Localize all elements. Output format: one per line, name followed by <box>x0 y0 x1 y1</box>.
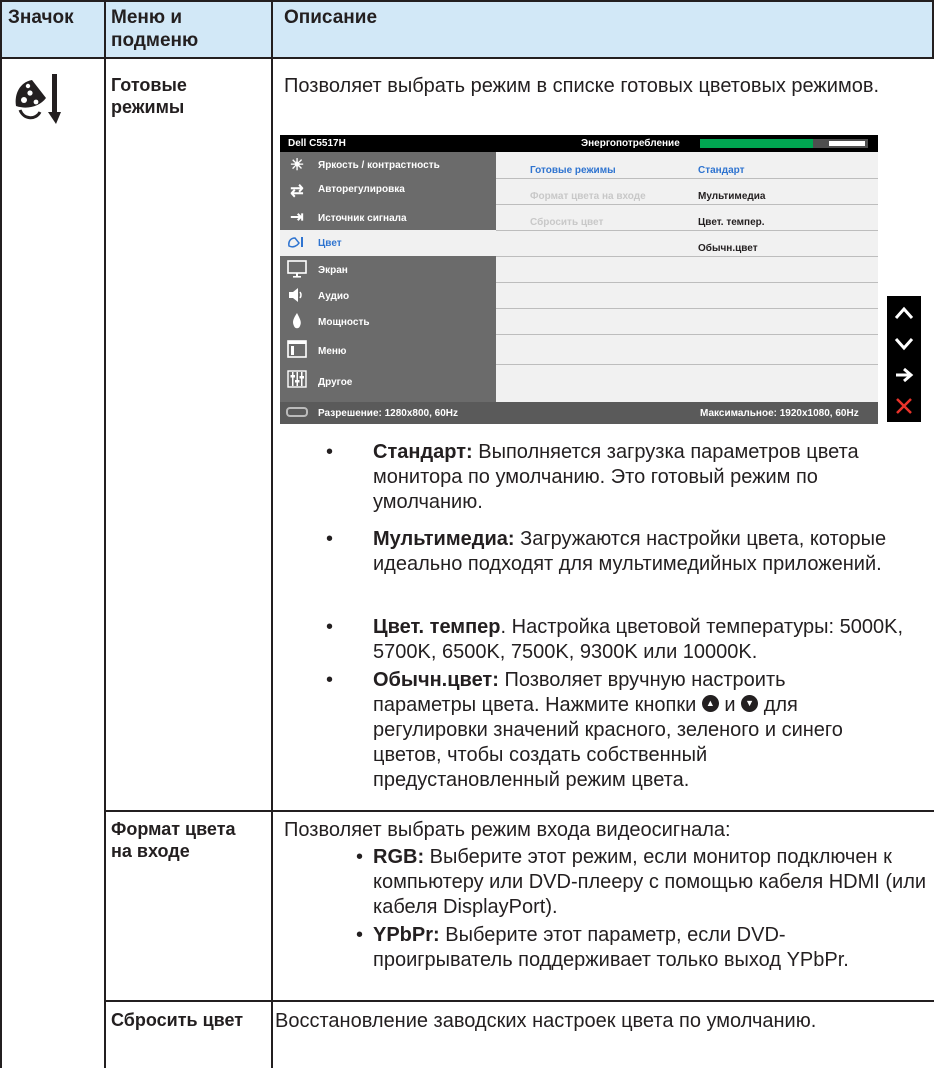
osd-submenu-input-format[interactable]: Формат цвета на входе <box>530 191 646 202</box>
menu-label-preset-modes: Готовые режимы <box>111 75 187 117</box>
osd-menu-item-input-source[interactable]: ⇥ Источник сигнала <box>280 204 496 230</box>
osd-menu-label: Меню <box>318 346 347 357</box>
menu-label-input-format: Формат цвета на входе <box>111 819 236 861</box>
bullet-term: YPbPr: <box>373 924 440 946</box>
osd-row-line <box>496 308 878 309</box>
menu-label-reset-color: Сбросить цвет <box>111 1010 244 1030</box>
bullet-term: Обычн.цвет: <box>373 669 499 691</box>
bullet-term: Мультимедиа: <box>373 528 515 550</box>
osd-menu-label: Мощность <box>318 317 370 328</box>
bullet-term: Цвет. темпер <box>373 616 501 638</box>
bullet-dot: • <box>326 669 334 691</box>
osd-row-line <box>496 204 878 205</box>
osd-row-line <box>496 178 878 179</box>
bullet-text: Выберите этот параметр, если DVD-проигры… <box>373 924 849 971</box>
osd-menu-label: Аудио <box>318 291 350 302</box>
bullet-dot: • <box>326 616 334 638</box>
down-arrow-icon[interactable] <box>887 329 921 359</box>
header-description-column: Описание <box>284 7 378 28</box>
osd-menu-item-brightness[interactable]: ☀ Яркость / контрастность <box>280 152 496 178</box>
osd-model-name: Dell C5517H <box>288 138 346 149</box>
osd-row-line <box>496 364 878 365</box>
up-arrow-icon[interactable] <box>887 298 921 328</box>
input-source-icon: ⇥ <box>290 209 304 226</box>
energy-meter-indicator <box>829 141 865 146</box>
osd-option-custom-color[interactable]: Обычн.цвет <box>698 243 758 254</box>
energy-meter <box>700 139 868 148</box>
osd-status-bar: Разрешение: 1280x800, 60Hz Максимальное:… <box>280 402 878 424</box>
header-menu-column: Меню и подменю <box>111 7 199 51</box>
energy-meter-fill <box>700 139 813 148</box>
osd-menu-item-display[interactable]: Экран <box>280 256 496 282</box>
power-icon <box>286 311 308 331</box>
color-icon <box>286 233 308 253</box>
bullet-dot: • <box>326 528 334 550</box>
right-arrow-icon[interactable] <box>887 360 921 390</box>
bullet-text: Выберите этот режим, если монитор подклю… <box>373 846 927 918</box>
brightness-icon: ☀ <box>289 157 305 174</box>
osd-menu-item-color[interactable]: Цвет <box>280 230 496 256</box>
down-button-icon: ▼ <box>741 695 759 713</box>
osd-row-line <box>496 230 878 231</box>
other-icon <box>286 369 308 389</box>
osd-menu-item-menu[interactable]: Меню <box>280 334 496 364</box>
osd-option-color-temp[interactable]: Цвет. темпер. <box>698 217 765 228</box>
osd-menu-label: Авторегулировка <box>318 184 405 195</box>
osd-menu-item-auto-adjust[interactable]: ⇄ Авторегулировка <box>280 178 496 204</box>
osd-energy-label: Энергопотребление <box>581 138 680 149</box>
bullet-term: Стандарт: <box>373 441 473 463</box>
osd-option-standard[interactable]: Стандарт <box>698 165 745 176</box>
osd-menu-label: Источник сигнала <box>318 213 407 224</box>
vga-cable-icon <box>286 407 308 417</box>
osd-menu-item-audio[interactable]: Аудио <box>280 282 496 308</box>
osd-submenu-preset-modes[interactable]: Готовые режимы <box>530 165 616 176</box>
table-border-top <box>0 0 934 2</box>
osd-max-resolution: Максимальное: 1920x1080, 60Hz <box>700 408 859 419</box>
bullet-dot: • <box>326 441 334 463</box>
osd-submenu-reset-color[interactable]: Сбросить цвет <box>530 217 603 228</box>
row-divider-input-format <box>104 810 934 812</box>
bullet-dot: • <box>356 924 364 946</box>
osd-menu-label: Цвет <box>318 238 342 249</box>
bullet-dot: • <box>356 846 364 868</box>
osd-title-bar: Dell C5517H Энергопотребление <box>280 135 878 152</box>
osd-row-line <box>496 282 878 283</box>
osd-row-line <box>496 334 878 335</box>
bullet-term: RGB: <box>373 846 425 868</box>
bullet-text-and: и <box>724 694 736 716</box>
table-divider-1 <box>104 0 106 1068</box>
osd-menu-label: Экран <box>318 265 348 276</box>
color-menu-icon <box>10 66 70 126</box>
audio-icon <box>286 285 308 305</box>
menu-icon <box>286 339 308 359</box>
input-format-description: Позволяет выбрать режим входа видеосигна… <box>284 819 731 841</box>
display-icon <box>286 259 308 279</box>
osd-navigation-keys <box>887 296 921 422</box>
close-icon[interactable] <box>887 391 921 421</box>
osd-menu-label: Другое <box>318 377 353 388</box>
osd-menu-label: Яркость / контрастность <box>318 160 440 171</box>
osd-option-multimedia[interactable]: Мультимедиа <box>698 191 765 202</box>
row-divider-reset <box>104 1000 934 1002</box>
reset-color-description: Восстановление заводских настроек цвета … <box>275 1010 817 1032</box>
header-bottom-line <box>0 57 934 59</box>
osd-resolution: Разрешение: 1280x800, 60Hz <box>318 408 459 419</box>
osd-row-line <box>496 256 878 257</box>
preset-modes-description: Позволяет выбрать режим в списке готовых… <box>284 75 880 97</box>
table-divider-2 <box>271 0 273 1068</box>
osd-screenshot: Dell C5517H Энергопотребление ☀ Яркость … <box>280 135 878 424</box>
osd-menu-item-power[interactable]: Мощность <box>280 308 496 334</box>
up-button-icon: ▲ <box>701 695 719 713</box>
osd-menu-item-other[interactable]: Другое <box>280 364 496 394</box>
table-border-left <box>0 0 2 1068</box>
header-icon-column: Значок <box>8 7 74 28</box>
auto-adjust-icon: ⇄ <box>290 183 304 200</box>
